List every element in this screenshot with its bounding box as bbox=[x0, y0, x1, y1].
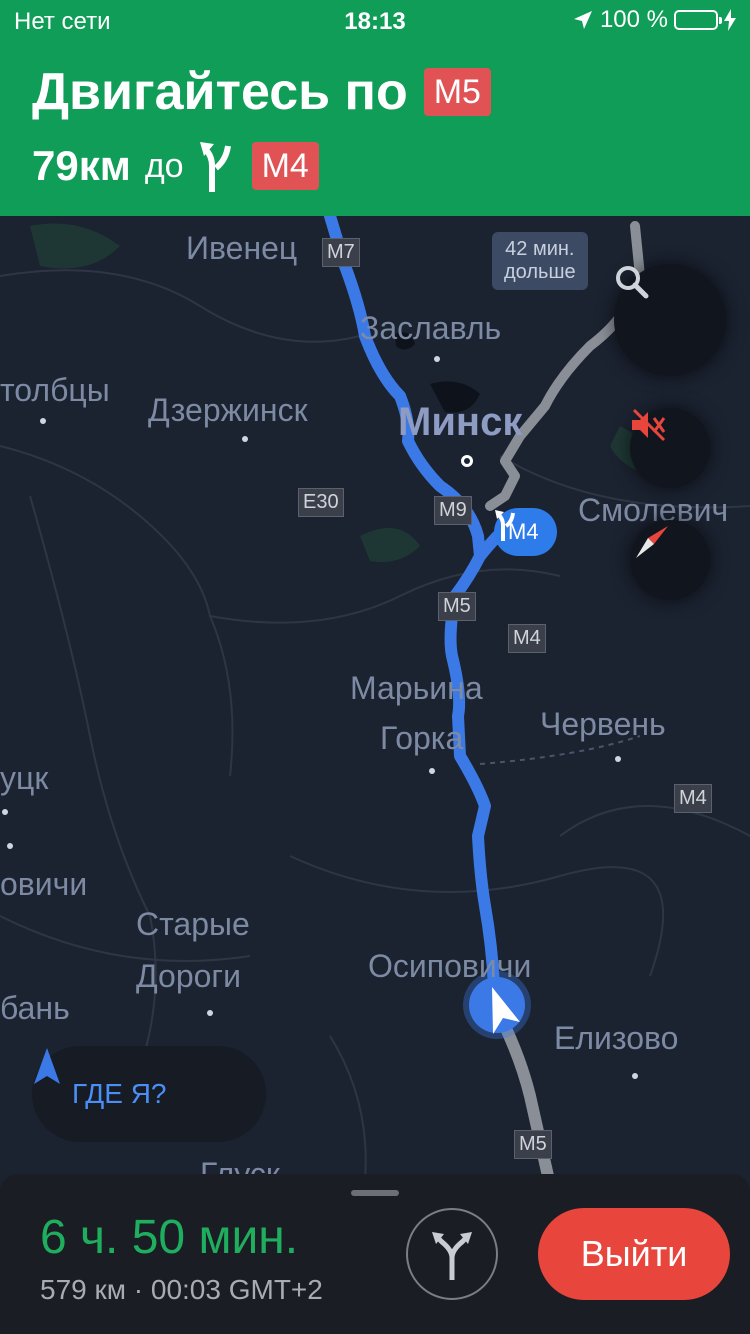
road-badge: M5 bbox=[438, 592, 476, 621]
map-canvas bbox=[0, 216, 750, 1334]
sound-muted-icon bbox=[632, 408, 666, 442]
place-label: Дороги bbox=[136, 958, 241, 994]
place-label: уцк bbox=[0, 760, 49, 796]
place-label: Червень bbox=[540, 706, 666, 742]
distance-to-maneuver: 79км bbox=[32, 142, 131, 189]
mute-button[interactable] bbox=[630, 408, 710, 488]
place-label: толбцы bbox=[0, 372, 110, 408]
trip-summary-panel[interactable]: 6 ч. 50 мин. 579 км · 00:03 GMT+2 Выйти bbox=[0, 1174, 750, 1334]
to-label: до bbox=[144, 146, 184, 185]
road-badge: M7 bbox=[322, 238, 360, 267]
map-view[interactable]: Ивенец Заславль толбцы Дзержинск Минск С… bbox=[0, 216, 750, 1334]
battery-percent: 100 % bbox=[599, 6, 668, 33]
alternate-routes-icon bbox=[432, 1232, 472, 1280]
road-badge: M4 bbox=[508, 624, 546, 653]
drag-handle[interactable] bbox=[351, 1190, 399, 1196]
place-label: Горка bbox=[380, 720, 464, 756]
compass-button[interactable] bbox=[630, 520, 710, 600]
next-road-badge: M4 bbox=[251, 142, 319, 190]
place-label: овичи bbox=[0, 866, 88, 902]
battery-icon bbox=[674, 10, 722, 30]
eta-details: 579 км · 00:03 GMT+2 bbox=[40, 1274, 323, 1305]
exit-navigation-button[interactable]: Выйти bbox=[538, 1208, 730, 1300]
place-label: Дзержинск bbox=[148, 392, 308, 428]
alternate-routes-button[interactable] bbox=[406, 1208, 498, 1300]
keep-left-turn-icon bbox=[199, 142, 231, 192]
place-label: Марьина bbox=[350, 670, 483, 706]
place-label: Елизово bbox=[554, 1020, 679, 1056]
instruction-line: Двигайтесь по M5 bbox=[32, 62, 491, 122]
charging-icon bbox=[724, 9, 736, 31]
where-am-i-button[interactable]: ГДЕ Я? bbox=[32, 1046, 266, 1142]
place-label: бань bbox=[0, 990, 70, 1026]
compass-icon bbox=[636, 526, 668, 558]
turn-road-pill[interactable]: M4 bbox=[494, 508, 557, 556]
callout-subtitle: дольше bbox=[504, 261, 576, 283]
road-badge: M9 bbox=[434, 496, 472, 525]
road-badge: M5 bbox=[514, 1130, 552, 1159]
keep-left-turn-icon bbox=[495, 510, 515, 541]
instruction-text: Двигайтесь по bbox=[32, 63, 408, 121]
current-road-badge: M5 bbox=[423, 68, 491, 116]
search-icon bbox=[616, 266, 649, 299]
next-maneuver-line: 79км до M4 bbox=[32, 138, 319, 194]
alternate-route-callout[interactable]: 42 мин. дольше bbox=[492, 232, 588, 290]
road-badge: E30 bbox=[298, 488, 344, 517]
search-button[interactable] bbox=[614, 264, 726, 376]
location-arrow-icon bbox=[573, 11, 592, 29]
eta-duration: 6 ч. 50 мин. bbox=[40, 1211, 299, 1264]
place-label: Старые bbox=[136, 906, 250, 942]
navigation-arrow-icon bbox=[34, 1048, 60, 1084]
status-bar: Нет сети 18:13 100 % bbox=[0, 0, 750, 40]
status-right: 100 % bbox=[572, 6, 736, 34]
road-badge: M4 bbox=[674, 784, 712, 813]
place-label: Ивенец bbox=[186, 230, 298, 266]
navigation-instruction-banner[interactable]: Двигайтесь по M5 79км до M4 bbox=[0, 40, 750, 216]
callout-time: 42 мин. bbox=[505, 238, 575, 260]
place-label: Осиповичи bbox=[368, 948, 532, 984]
where-am-i-label: ГДЕ Я? bbox=[72, 1078, 167, 1109]
place-label: Заславль bbox=[360, 310, 502, 346]
city-label-minsk: Минск bbox=[398, 400, 523, 444]
